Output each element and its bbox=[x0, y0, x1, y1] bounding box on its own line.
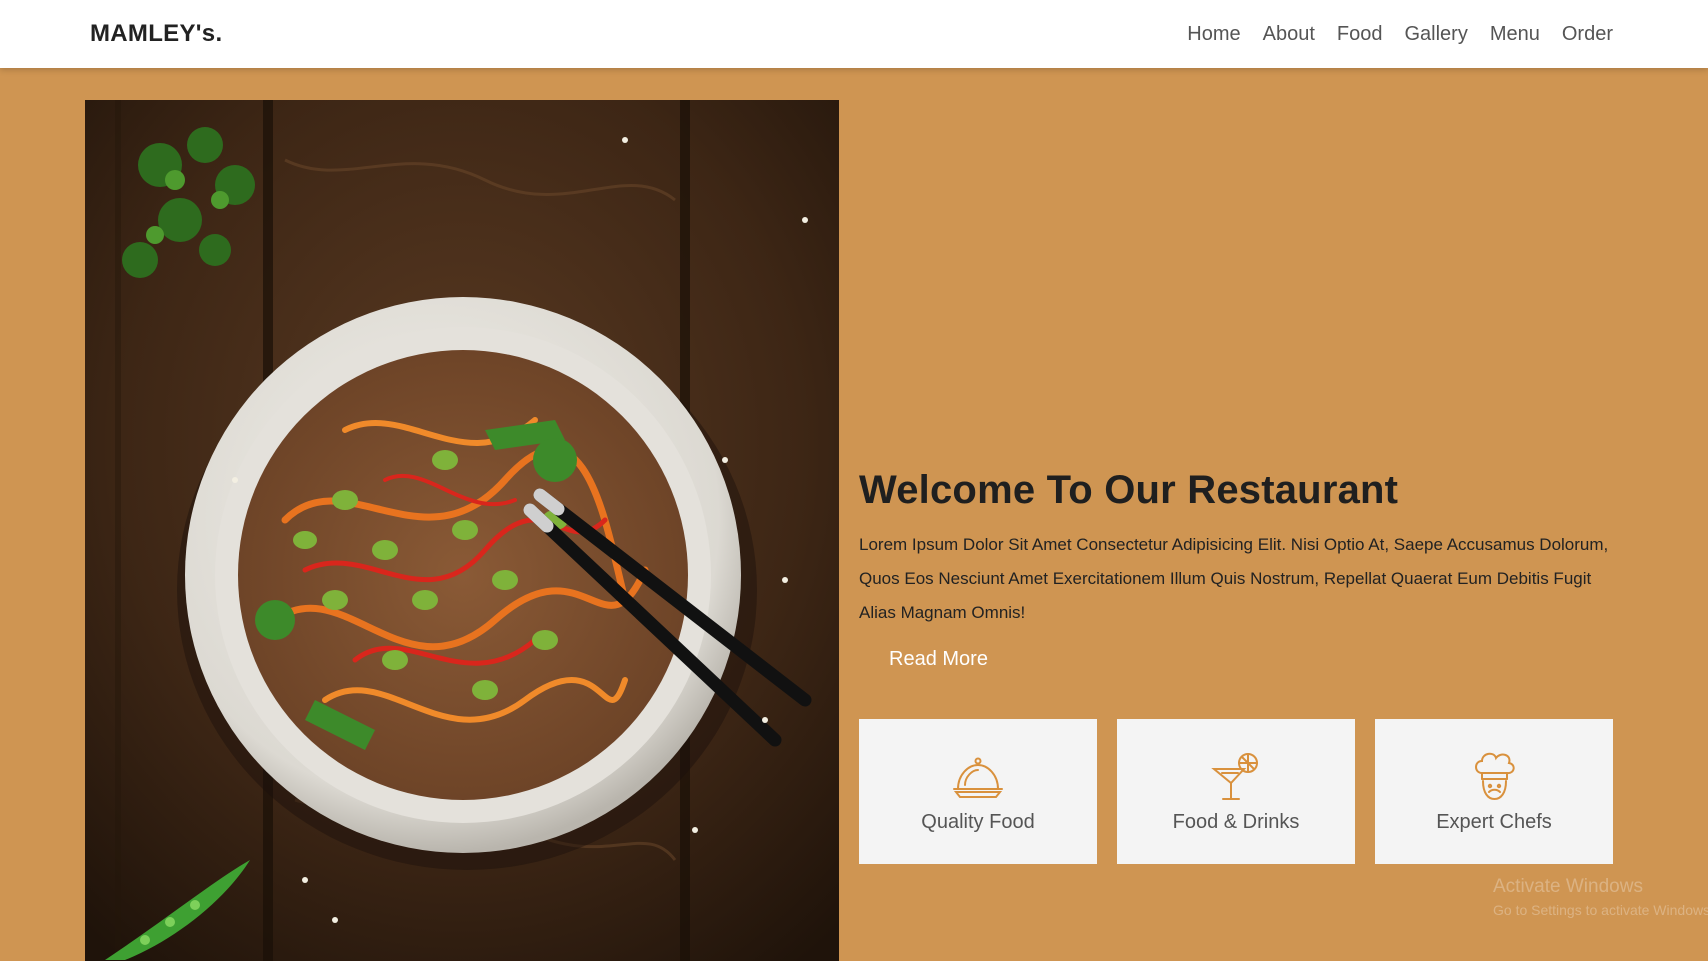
nav-link-food[interactable]: Food bbox=[1337, 23, 1383, 46]
cloche-icon bbox=[953, 757, 1003, 798]
nav-link-menu[interactable]: Menu bbox=[1490, 23, 1540, 46]
watermark-title: Activate Windows bbox=[1493, 876, 1643, 897]
welcome-title: Welcome To Our Restaurant bbox=[859, 468, 1399, 512]
nav-link-gallery[interactable]: Gallery bbox=[1404, 23, 1467, 46]
nav-link-home[interactable]: Home bbox=[1187, 23, 1240, 46]
read-more-button[interactable]: Read More bbox=[889, 648, 988, 671]
feature-card-expert-chefs[interactable]: Expert Chefs bbox=[1375, 719, 1613, 864]
hero-food-image bbox=[85, 100, 839, 961]
welcome-text: Lorem Ipsum Dolor Sit Amet Consectetur A… bbox=[859, 535, 1609, 622]
navbar: MAMLEY's. Home About Food Gallery Menu O… bbox=[0, 0, 1708, 68]
feature-card-quality-food[interactable]: Quality Food bbox=[859, 719, 1097, 864]
feature-label: Expert Chefs bbox=[1436, 811, 1552, 833]
nav-links: Home About Food Gallery Menu Order bbox=[1187, 23, 1613, 46]
nav-link-about[interactable]: About bbox=[1263, 23, 1315, 46]
cocktail-icon bbox=[1211, 753, 1258, 800]
chef-icon bbox=[1475, 752, 1515, 801]
noodle-bowl-illustration bbox=[85, 100, 839, 961]
features-row: Quality Food Food & Drinks Expert Chefs bbox=[859, 719, 1614, 864]
feature-label: Food & Drinks bbox=[1172, 811, 1300, 833]
feature-label: Quality Food bbox=[921, 811, 1035, 833]
nav-link-order[interactable]: Order bbox=[1562, 23, 1613, 46]
brand-logo[interactable]: MAMLEY's. bbox=[90, 20, 222, 48]
watermark-subtitle: Go to Settings to activate Windows. bbox=[1493, 902, 1708, 918]
welcome-section: Welcome To Our Restaurant Lorem Ipsum Do… bbox=[859, 466, 1614, 671]
windows-activation-watermark: Activate Windows Go to Settings to activ… bbox=[1493, 876, 1708, 918]
feature-card-food-drinks[interactable]: Food & Drinks bbox=[1117, 719, 1355, 864]
